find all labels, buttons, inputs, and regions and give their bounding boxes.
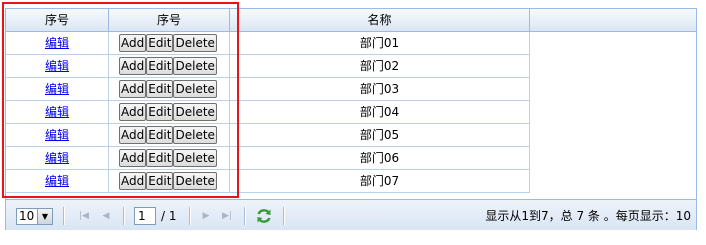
chevron-down-icon[interactable]: ▼ bbox=[37, 209, 52, 224]
prev-page-icon[interactable]: ◀ bbox=[99, 209, 113, 223]
pager-info-text: 显示从1到7，总 7 条 。每页显示：10 bbox=[485, 209, 691, 223]
cell-name: 部门01 bbox=[230, 32, 530, 55]
cell-name: 部门02 bbox=[230, 55, 530, 78]
pager-divider bbox=[189, 207, 191, 225]
first-page-icon[interactable]: |◀ bbox=[77, 209, 91, 223]
pager-divider bbox=[63, 207, 65, 225]
pager-bar: 10 ▼ |◀ ◀ 1 / 1 ▶ ▶| 显示从1到7，总 7 条 。每页显示：… bbox=[6, 199, 696, 230]
pager-divider bbox=[123, 207, 125, 225]
page-size-value: 10 bbox=[19, 209, 35, 223]
cell-name: 部门07 bbox=[230, 170, 530, 193]
cell-name: 部门06 bbox=[230, 147, 530, 170]
total-pages-label: / 1 bbox=[161, 209, 177, 223]
pager-divider bbox=[244, 207, 246, 225]
column-header-name[interactable]: 名称 bbox=[230, 9, 530, 31]
next-page-icon[interactable]: ▶ bbox=[199, 209, 213, 223]
cell-name: 部门04 bbox=[230, 101, 530, 124]
column-header-filler bbox=[530, 9, 696, 31]
page-size-select[interactable]: 10 ▼ bbox=[16, 208, 53, 225]
current-page-input[interactable]: 1 bbox=[134, 207, 156, 225]
highlight-box bbox=[2, 2, 239, 198]
pager-divider bbox=[283, 207, 285, 225]
refresh-icon[interactable] bbox=[255, 207, 273, 225]
cell-name: 部门03 bbox=[230, 78, 530, 101]
cell-name: 部门05 bbox=[230, 124, 530, 147]
last-page-icon[interactable]: ▶| bbox=[220, 209, 234, 223]
